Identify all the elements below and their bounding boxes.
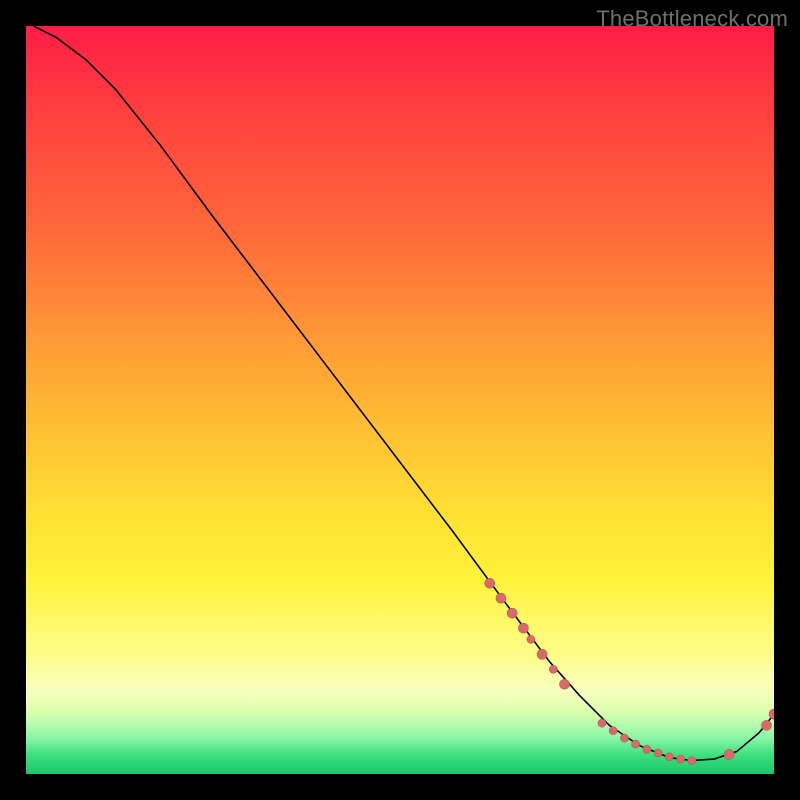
marker-point (632, 740, 640, 748)
marker-point (762, 720, 772, 730)
marker-point (549, 665, 557, 673)
marker-point (527, 635, 535, 643)
marker-point (507, 608, 517, 618)
chart-overlay (26, 26, 774, 774)
marker-point (654, 749, 662, 757)
marker-point (485, 578, 495, 588)
marker-point (560, 679, 570, 689)
marker-point (769, 709, 774, 719)
bottleneck-curve (33, 26, 774, 761)
highlight-band (26, 656, 774, 710)
markers-group (485, 578, 774, 764)
chart-stage: TheBottleneck.com (0, 0, 800, 800)
marker-point (609, 727, 617, 735)
marker-point (598, 719, 606, 727)
marker-point (643, 745, 651, 753)
marker-point (724, 750, 734, 760)
marker-point (518, 623, 528, 633)
plot-area (26, 26, 774, 774)
marker-point (688, 757, 696, 765)
marker-point (620, 734, 628, 742)
marker-point (665, 753, 673, 761)
marker-point (537, 649, 547, 659)
marker-point (677, 755, 685, 763)
marker-point (496, 593, 506, 603)
